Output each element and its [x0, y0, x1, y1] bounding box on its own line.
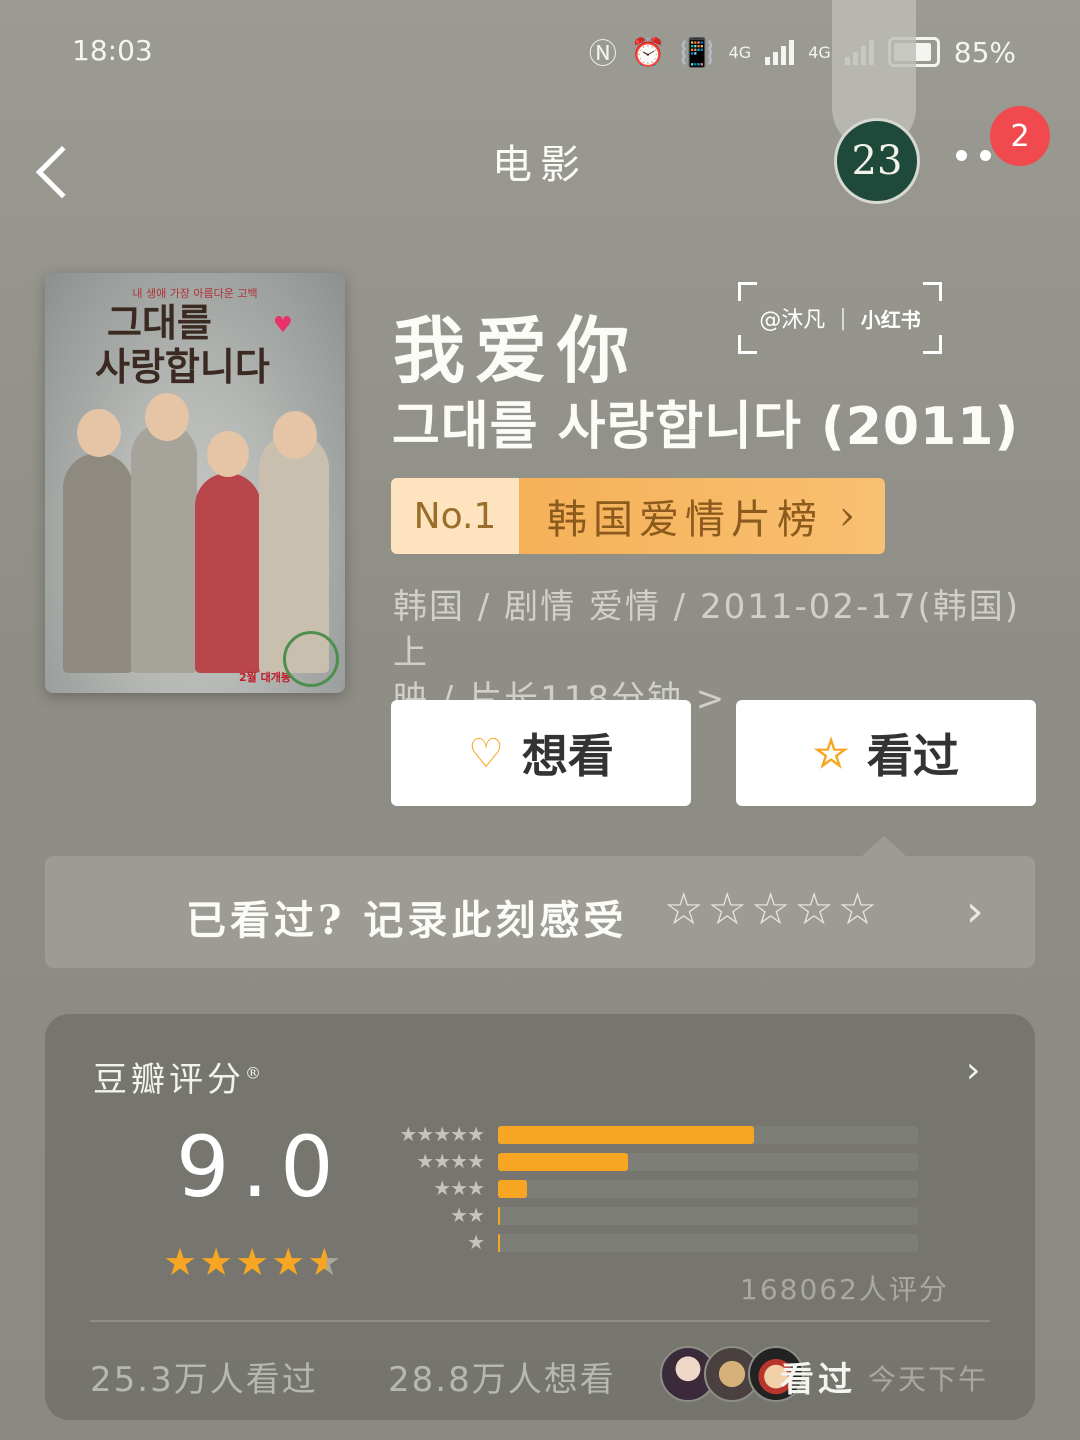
status-time: 18:03 [72, 34, 153, 67]
distribution-bar [498, 1234, 500, 1252]
distribution-track [498, 1126, 918, 1144]
distribution-stars: ★★★ [433, 1176, 485, 1200]
watched-count[interactable]: 25.3万人看过 [90, 1352, 318, 1401]
watermark-brand: 小红书 [860, 307, 921, 332]
record-prompt: 已看过? 记录此刻感受 [186, 897, 628, 944]
movie-title: 我爱你 [393, 308, 640, 393]
rating-star-input[interactable]: ☆☆☆☆☆ [664, 884, 881, 935]
poster-release-note: 2월 대개봉 [239, 671, 291, 684]
friend-status: 看过 [780, 1360, 856, 1400]
record-card-notch [862, 836, 906, 856]
rating-distribution-row: ★★★★ [380, 1149, 940, 1173]
signal-icon-1 [765, 39, 795, 65]
distribution-stars: ★★★★★ [399, 1122, 485, 1146]
notification-badge[interactable]: 2 [990, 106, 1050, 166]
alarm-icon: ⏰ [630, 35, 666, 69]
friend-time: 今天下午 [868, 1363, 989, 1396]
watermark-author: @沐凡 [759, 308, 826, 333]
poster-figure [131, 423, 197, 673]
poster-face [145, 393, 189, 441]
distribution-stars: ★ [467, 1230, 485, 1254]
poster-face [207, 431, 249, 477]
distribution-track [498, 1180, 918, 1198]
distribution-track [498, 1234, 918, 1252]
chevron-right-icon: › [839, 493, 861, 539]
watched-button[interactable]: ☆ 看过 [736, 700, 1036, 806]
status-icons: Ⓝ ⏰ 📳 4G 4G 85% [589, 32, 1016, 72]
tag-badge[interactable]: 23 [834, 118, 920, 204]
rating-score: 9.0 [176, 1118, 346, 1216]
distribution-bar [498, 1207, 501, 1225]
rating-distribution-row: ★★ [380, 1203, 940, 1227]
divider [90, 1320, 990, 1322]
rank-number: No.1 [391, 478, 519, 554]
heart-icon: ♥ [273, 313, 293, 338]
chevron-right-icon[interactable]: › [966, 1050, 980, 1091]
want-label: 想看 [521, 729, 614, 783]
rating-distribution-row: ★ [380, 1230, 940, 1254]
want-to-watch-button[interactable]: ♡ 想看 [391, 700, 691, 806]
poster-stamp [283, 631, 339, 687]
rank-list-name: 韩国爱情片榜 › [519, 478, 885, 554]
distribution-bar [498, 1153, 629, 1171]
vibrate-icon: 📳 [679, 35, 715, 69]
network-type-2: 4G [808, 42, 831, 62]
watermark: @沐凡 | 小红书 [738, 282, 942, 354]
rating-distribution-row: ★★★ [380, 1176, 940, 1200]
distribution-bar [498, 1126, 755, 1144]
poster-figure [63, 453, 133, 673]
meta-line-1: 韩国 / 剧情 爱情 / 2011-02-17(韩国)上 [393, 587, 1021, 673]
score-stars: ★★★★★ [163, 1240, 344, 1284]
battery-percent: 85% [953, 35, 1016, 69]
distribution-bar [498, 1180, 528, 1198]
rank-banner[interactable]: No.1 韩国爱情片榜 › [391, 478, 885, 554]
rating-count: 168062人评分 [740, 1273, 949, 1306]
distribution-stars: ★★ [450, 1203, 485, 1227]
movie-original-title: 그대를 사랑합니다 (2011) [392, 397, 1020, 457]
poster-face [273, 411, 317, 459]
movie-poster[interactable]: 내 생애 가장 아름다운 고백 그대를 사랑합니다 ♥ 2월 대개봉 [45, 273, 345, 693]
star-outline-icon: ☆ [813, 729, 849, 777]
nfc-icon: Ⓝ [588, 37, 617, 70]
distribution-stars: ★★★★ [416, 1149, 485, 1173]
chevron-right-icon[interactable]: › [966, 886, 984, 937]
rating-label: 豆瓣评分® [93, 1060, 265, 1100]
poster-figure [195, 473, 261, 673]
poster-face [77, 409, 121, 457]
distribution-track [498, 1207, 918, 1225]
wish-count[interactable]: 28.8万人想看 [388, 1352, 616, 1401]
heart-plus-icon: ♡ [468, 729, 504, 777]
seen-label: 看过 [866, 729, 959, 783]
poster-title: 그대를 사랑합니다 [95, 301, 270, 389]
distribution-track [498, 1153, 918, 1171]
network-type-1: 4G [728, 42, 752, 62]
poster-kicker: 내 생애 가장 아름다운 고백 [132, 287, 258, 300]
rating-distribution-row: ★★★★★ [380, 1122, 940, 1146]
